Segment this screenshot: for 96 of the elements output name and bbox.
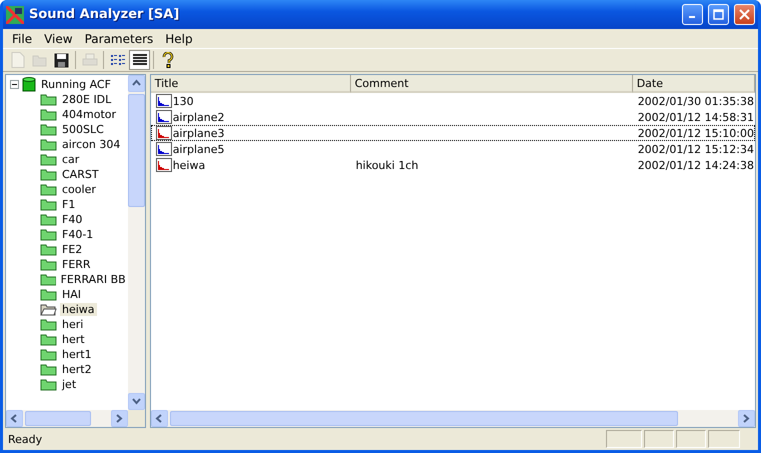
folder-icon [40, 348, 57, 361]
tree-item[interactable]: hert [60, 333, 87, 346]
status-panel [708, 430, 740, 448]
scroll-down-button[interactable] [128, 393, 145, 410]
maximize-icon [713, 9, 724, 20]
title-text: heiwa [172, 158, 206, 172]
list-row[interactable]: 130 2002/01/30 01:35:38 [150, 93, 755, 109]
folder-icon [40, 138, 57, 151]
date-text: 2002/01/12 14:58:31 [638, 110, 754, 124]
folder-icon [40, 273, 56, 286]
list-row[interactable]: heiwa hikouki 1ch 2002/01/12 14:24:38 [150, 157, 755, 173]
tree-item[interactable]: F40 [60, 213, 84, 226]
tree-item[interactable]: hert2 [60, 363, 94, 376]
folder-icon [40, 243, 57, 256]
title-text: airplane3 [172, 126, 225, 140]
scroll-right-button[interactable] [738, 410, 755, 427]
list-row[interactable]: airplane3 2002/01/12 15:10:00 [150, 125, 755, 141]
tree-item[interactable]: HAI [60, 288, 84, 301]
list-row[interactable]: airplane2 2002/01/12 14:58:31 [150, 109, 755, 125]
close-icon [739, 9, 750, 20]
maximize-button[interactable] [708, 4, 729, 25]
tree-item[interactable]: jet [60, 378, 78, 391]
list-row[interactable]: airplane5 2002/01/12 15:12:34 [150, 141, 755, 157]
tree-item[interactable]: Running ACF [39, 78, 113, 91]
toolbar-button[interactable] [129, 50, 150, 70]
scroll-left-button[interactable] [150, 410, 168, 427]
column-header[interactable]: Title [150, 75, 351, 93]
tree-item[interactable]: 280E IDL [60, 93, 114, 106]
status-panel [644, 430, 674, 448]
help-icon [162, 52, 174, 68]
status-text: Ready [7, 432, 44, 446]
folder-icon [40, 93, 57, 106]
folder-icon [40, 333, 57, 346]
tree-item[interactable]: FE2 [60, 243, 84, 256]
app-icon [6, 6, 24, 24]
date-text: 2002/01/12 15:10:00 [638, 126, 754, 140]
folder-icon [40, 168, 57, 181]
folder-icon [40, 228, 57, 241]
menu-item[interactable]: View [38, 32, 79, 46]
folder-icon [40, 198, 57, 211]
column-header[interactable]: Comment [350, 75, 633, 93]
date-text: 2002/01/12 14:24:38 [638, 158, 754, 172]
minus-icon [11, 81, 18, 88]
folder-icon [40, 213, 57, 226]
menu-item[interactable]: Help [159, 32, 199, 46]
folder-icon [40, 153, 57, 166]
menu-item[interactable]: File [6, 32, 38, 46]
tree-item[interactable]: F40-1 [60, 228, 96, 241]
folder-icon [40, 363, 57, 376]
scrollbar-thumb[interactable] [25, 411, 91, 426]
collapse-toggle[interactable] [10, 80, 19, 89]
scroll-left-button[interactable] [6, 410, 23, 427]
open-folder-icon [40, 303, 57, 316]
scrollbar-thumb[interactable] [170, 411, 678, 426]
folder-icon [40, 108, 57, 121]
tree-item[interactable]: F1 [60, 198, 78, 211]
status-panel [606, 430, 642, 448]
tree-item[interactable]: car [60, 153, 82, 166]
folder-icon [40, 288, 57, 301]
window-title: Sound Analyzer [SA] [29, 7, 180, 22]
scrollbar-thumb[interactable] [128, 94, 145, 207]
date-text: 2002/01/30 01:35:38 [638, 94, 754, 108]
scroll-up-button[interactable] [128, 75, 145, 92]
tree-item[interactable]: aircon 304 [60, 138, 122, 151]
folder-icon [40, 378, 57, 391]
tree-item[interactable]: hert1 [60, 348, 94, 361]
tree-item[interactable]: 404motor [60, 108, 118, 121]
folder-icon [32, 53, 48, 67]
tree-item[interactable]: heri [60, 318, 86, 331]
column-header[interactable]: Date [632, 75, 755, 93]
scrollbar-corner [128, 410, 145, 427]
menu-item[interactable]: Parameters [78, 32, 160, 46]
scroll-right-button[interactable] [110, 410, 128, 427]
folder-icon [40, 183, 57, 196]
tree-item[interactable]: CARST [60, 168, 101, 181]
tree-item[interactable]: 500SLC [60, 123, 106, 136]
database-icon [22, 76, 36, 92]
close-button[interactable] [734, 4, 755, 25]
date-text: 2002/01/12 15:12:34 [638, 142, 754, 156]
printer-icon [82, 53, 98, 67]
details-view-icon [132, 53, 148, 67]
folder-icon [40, 123, 57, 136]
tree-item[interactable]: cooler [60, 183, 98, 196]
blank-page-icon [10, 52, 24, 68]
folder-icon [40, 318, 57, 331]
list-view-icon [110, 53, 126, 67]
status-panel [676, 430, 706, 448]
folder-icon [40, 258, 57, 271]
tree-item[interactable]: heiwa [60, 303, 97, 316]
tree-item[interactable]: FERR [60, 258, 93, 271]
tree-item[interactable]: FERRARI BB [58, 273, 128, 286]
comment-text: hikouki 1ch [356, 158, 418, 172]
minimize-button[interactable] [682, 4, 703, 25]
title-text: airplane5 [172, 142, 225, 156]
title-text: 130 [172, 94, 194, 108]
title-text: airplane2 [172, 110, 225, 124]
